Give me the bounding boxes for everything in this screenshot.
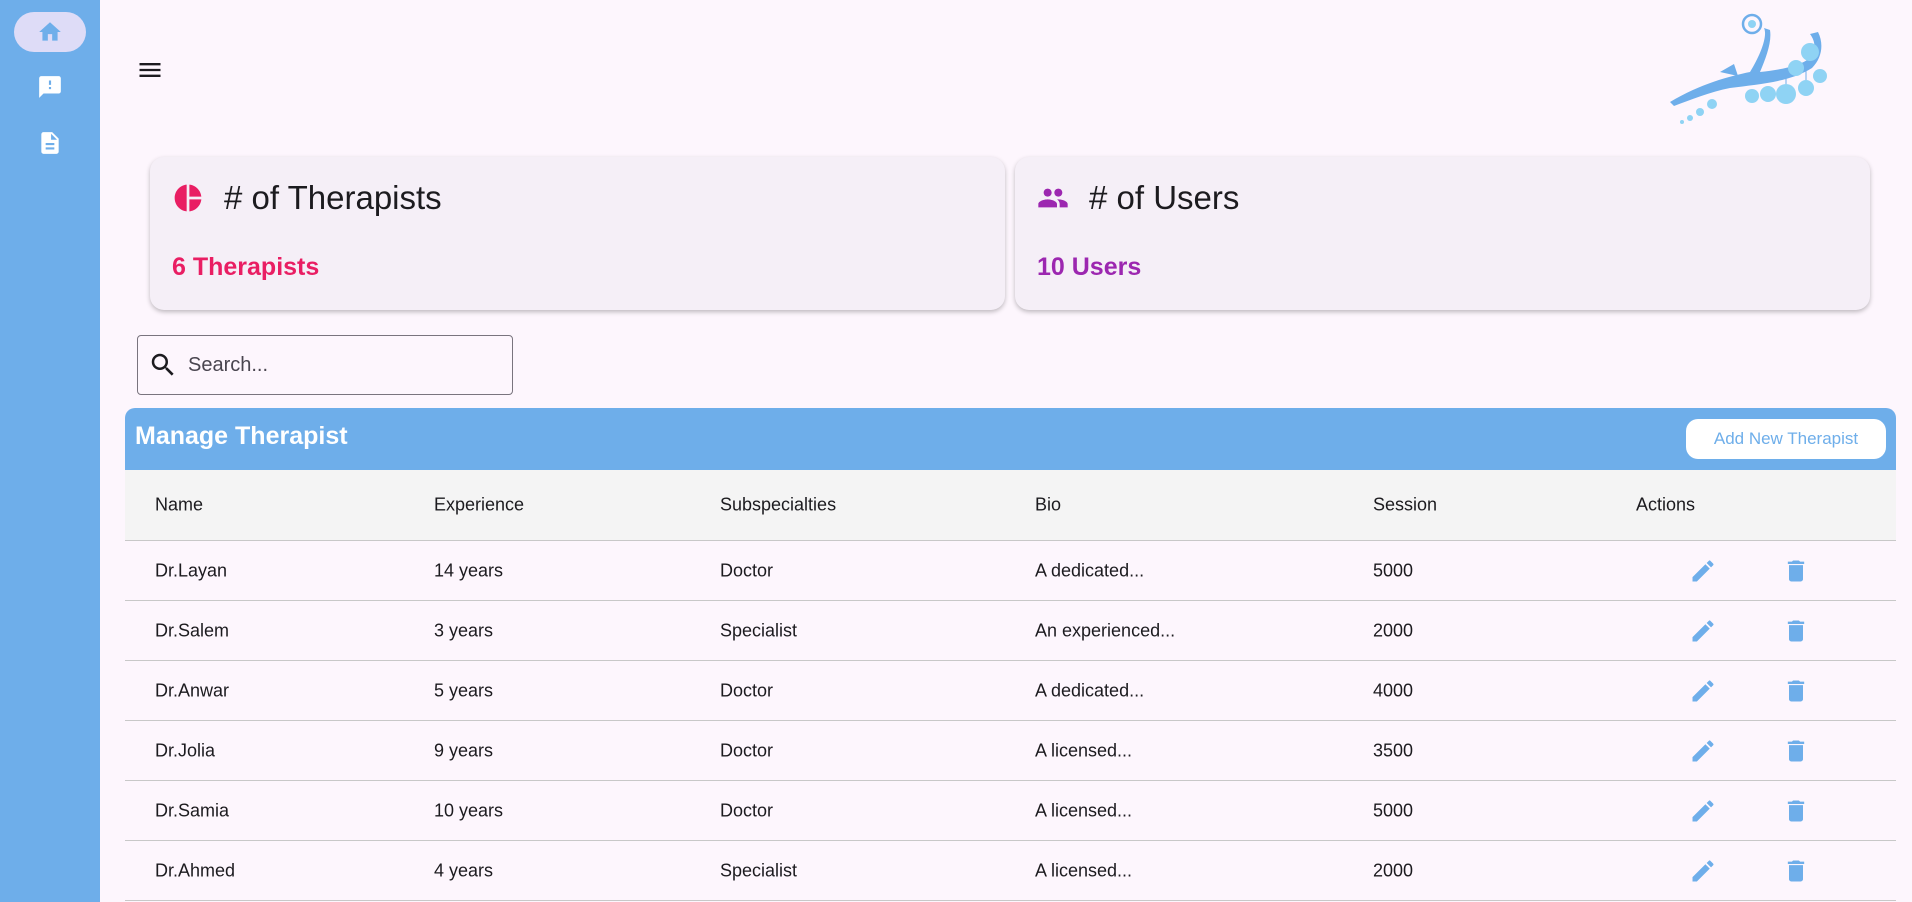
therapist-session: 2000 — [1373, 620, 1414, 640]
therapists-stat-value: 6 Therapists — [172, 253, 320, 281]
add-new-therapist-button[interactable]: Add New Therapist — [1686, 419, 1886, 459]
table-row: Dr.Jolia 9 years Doctor A licensed... 35… — [125, 721, 1896, 781]
table-row: Dr.Layan 14 years Doctor A dedicated... … — [125, 541, 1896, 601]
document-icon — [41, 132, 59, 154]
trash-icon — [1787, 620, 1805, 641]
delete-button[interactable] — [1781, 676, 1811, 706]
trash-icon — [1787, 680, 1805, 701]
therapist-experience: 14 years — [434, 560, 504, 580]
edit-button[interactable] — [1688, 616, 1718, 646]
column-header-actions: Actions — [1636, 494, 1696, 515]
search-field[interactable] — [137, 335, 513, 395]
therapist-subspecialty: Doctor — [720, 740, 774, 760]
table-header-row: Name Experience Subspecialties Bio Sessi… — [125, 470, 1896, 541]
users-stat-title: # of Users — [1089, 179, 1240, 216]
pencil-icon — [1692, 799, 1714, 821]
therapist-session: 5000 — [1373, 560, 1414, 580]
column-header-bio: Bio — [1035, 494, 1062, 515]
pie-chart-icon — [174, 184, 202, 212]
therapist-experience: 10 years — [434, 800, 504, 820]
sidebar — [0, 0, 100, 902]
sidebar-item-documents[interactable] — [14, 123, 86, 163]
therapist-name: Dr.Ahmed — [155, 860, 236, 880]
column-header-name: Name — [155, 494, 204, 515]
table-row: Dr.Ahmed 4 years Specialist A licensed..… — [125, 841, 1896, 901]
column-header-subspecialties: Subspecialties — [720, 494, 837, 515]
therapist-name: Dr.Salem — [155, 620, 230, 640]
column-header-session: Session — [1373, 494, 1438, 515]
therapist-experience: 3 years — [434, 620, 494, 640]
feedback-icon — [39, 76, 61, 98]
search-input[interactable] — [188, 353, 488, 377]
delete-button[interactable] — [1781, 856, 1811, 886]
therapist-bio: A dedicated... — [1035, 680, 1145, 700]
therapist-experience: 9 years — [434, 740, 494, 760]
menu-button[interactable] — [134, 54, 166, 86]
therapist-subspecialty: Specialist — [720, 620, 798, 640]
therapist-subspecialty: Doctor — [720, 800, 774, 820]
therapists-table: Name Experience Subspecialties Bio Sessi… — [125, 470, 1896, 901]
therapist-bio: A licensed... — [1035, 800, 1133, 820]
menu-icon — [139, 63, 161, 77]
table-row: Dr.Anwar 5 years Doctor A dedicated... 4… — [125, 661, 1896, 721]
manage-therapist-header: Manage Therapist Add New Therapist — [125, 408, 1896, 470]
delete-button[interactable] — [1781, 796, 1811, 826]
edit-button[interactable] — [1688, 736, 1718, 766]
delete-button[interactable] — [1781, 616, 1811, 646]
pencil-icon — [1692, 619, 1714, 641]
column-header-experience: Experience — [434, 494, 525, 515]
therapist-bio: An experienced... — [1035, 620, 1176, 640]
therapist-name: Dr.Layan — [155, 560, 228, 580]
users-stat-card: # of Users 10 Users — [1015, 157, 1870, 310]
panel-title: Manage Therapist — [135, 422, 348, 450]
delete-button[interactable] — [1781, 556, 1811, 586]
table-row: Dr.Samia 10 years Doctor A licensed... 5… — [125, 781, 1896, 841]
sidebar-item-feedback[interactable] — [14, 67, 86, 107]
table-row: Dr.Salem 3 years Specialist An experienc… — [125, 601, 1896, 661]
sidebar-item-home[interactable] — [14, 12, 86, 52]
therapists-stat-card: # of Therapists 6 Therapists — [150, 157, 1005, 310]
therapist-experience: 4 years — [434, 860, 494, 880]
therapist-session: 5000 — [1373, 800, 1414, 820]
therapist-experience: 5 years — [434, 680, 494, 700]
trash-icon — [1787, 860, 1805, 881]
delete-button[interactable] — [1781, 736, 1811, 766]
therapists-stat-title: # of Therapists — [224, 179, 442, 216]
pencil-icon — [1692, 559, 1714, 581]
table-body: Dr.Layan 14 years Doctor A dedicated... … — [125, 541, 1896, 901]
pencil-icon — [1692, 859, 1714, 881]
therapist-session: 4000 — [1373, 680, 1414, 700]
therapist-bio: A dedicated... — [1035, 560, 1145, 580]
therapist-subspecialty: Doctor — [720, 680, 774, 700]
home-icon — [39, 22, 61, 41]
trash-icon — [1787, 560, 1805, 581]
therapist-name: Dr.Samia — [155, 800, 230, 820]
therapist-session: 3500 — [1373, 740, 1414, 760]
therapist-bio: A licensed... — [1035, 740, 1133, 760]
users-icon — [1038, 188, 1068, 208]
therapist-subspecialty: Doctor — [720, 560, 774, 580]
therapist-name: Dr.Anwar — [155, 680, 230, 700]
therapist-session: 2000 — [1373, 860, 1414, 880]
edit-button[interactable] — [1688, 556, 1718, 586]
app-logo — [1670, 13, 1827, 124]
pencil-icon — [1692, 679, 1714, 701]
trash-icon — [1787, 800, 1805, 821]
users-stat-value: 10 Users — [1037, 253, 1142, 281]
trash-icon — [1787, 740, 1805, 761]
therapist-name: Dr.Jolia — [155, 740, 216, 760]
search-icon — [151, 353, 174, 376]
therapist-bio: A licensed... — [1035, 860, 1133, 880]
pencil-icon — [1692, 739, 1714, 761]
edit-button[interactable] — [1688, 796, 1718, 826]
edit-button[interactable] — [1688, 856, 1718, 886]
edit-button[interactable] — [1688, 676, 1718, 706]
therapist-subspecialty: Specialist — [720, 860, 798, 880]
